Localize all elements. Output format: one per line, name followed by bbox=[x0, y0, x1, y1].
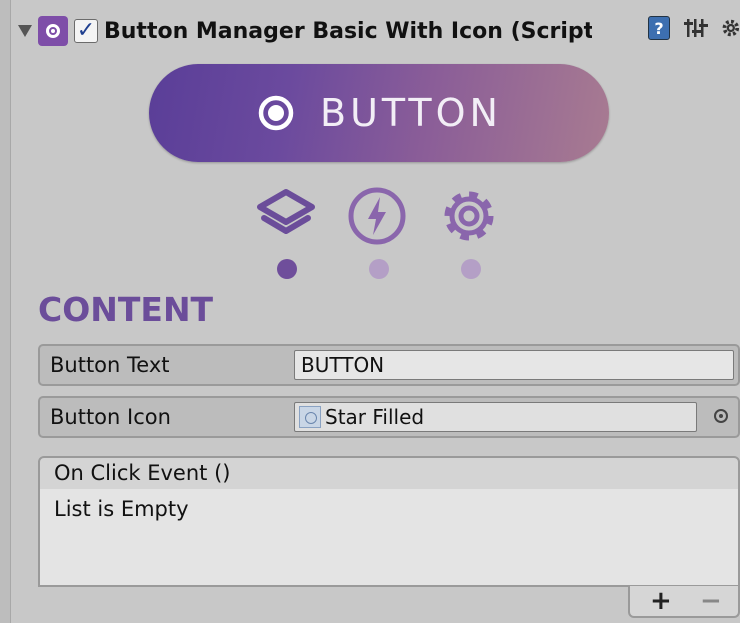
tab-settings[interactable] bbox=[437, 186, 501, 246]
event-list-footer: + − bbox=[628, 586, 740, 618]
component-settings-gear-icon[interactable] bbox=[718, 16, 740, 40]
inspector-left-border bbox=[0, 0, 11, 623]
field-row-button-text: Button Text BUTTON bbox=[38, 344, 740, 386]
on-click-event-list: List is Empty bbox=[38, 489, 740, 587]
layers-icon bbox=[257, 189, 315, 234]
tab-indicator-dot bbox=[461, 259, 481, 279]
tab-indicator-dot-active bbox=[277, 259, 297, 279]
component-icon bbox=[38, 16, 68, 46]
preview-button[interactable]: BUTTON bbox=[149, 64, 609, 162]
field-row-button-icon: Button Icon Star Filled bbox=[38, 396, 740, 438]
button-text-label: Button Text bbox=[50, 353, 170, 377]
object-picker-icon[interactable] bbox=[714, 409, 728, 423]
preset-sliders-icon[interactable] bbox=[684, 16, 708, 40]
on-click-event-header: On Click Event () bbox=[38, 456, 740, 490]
list-empty-text: List is Empty bbox=[54, 497, 189, 521]
button-icon-label: Button Icon bbox=[50, 405, 171, 429]
component-enabled-checkbox[interactable]: ✓ bbox=[74, 19, 98, 43]
add-event-button[interactable]: + bbox=[650, 586, 672, 616]
tab-indicator-dot bbox=[369, 259, 389, 279]
tab-content[interactable] bbox=[254, 186, 318, 246]
section-title-content: CONTENT bbox=[38, 290, 214, 329]
component-header: ✓ Button Manager Basic With Icon (Script… bbox=[10, 12, 740, 50]
button-text-input[interactable]: BUTTON bbox=[294, 350, 734, 380]
remove-event-button[interactable]: − bbox=[700, 586, 722, 616]
radio-target-icon bbox=[258, 95, 294, 131]
header-icons: ? bbox=[648, 16, 740, 40]
preview-button-label: BUTTON bbox=[320, 91, 502, 135]
button-icon-object-field[interactable]: Star Filled bbox=[294, 402, 697, 432]
gear-icon bbox=[444, 191, 494, 241]
lightning-icon bbox=[348, 187, 406, 245]
tab-events[interactable] bbox=[345, 186, 409, 246]
on-click-event-label: On Click Event () bbox=[54, 461, 231, 485]
button-icon-value: Star Filled bbox=[325, 405, 425, 429]
foldout-arrow-icon[interactable] bbox=[18, 25, 32, 37]
help-icon[interactable]: ? bbox=[648, 16, 670, 40]
component-title: Button Manager Basic With Icon (Script) bbox=[104, 18, 592, 44]
sprite-thumbnail-icon bbox=[299, 406, 321, 428]
inspector-panel: ✓ Button Manager Basic With Icon (Script… bbox=[0, 0, 740, 623]
